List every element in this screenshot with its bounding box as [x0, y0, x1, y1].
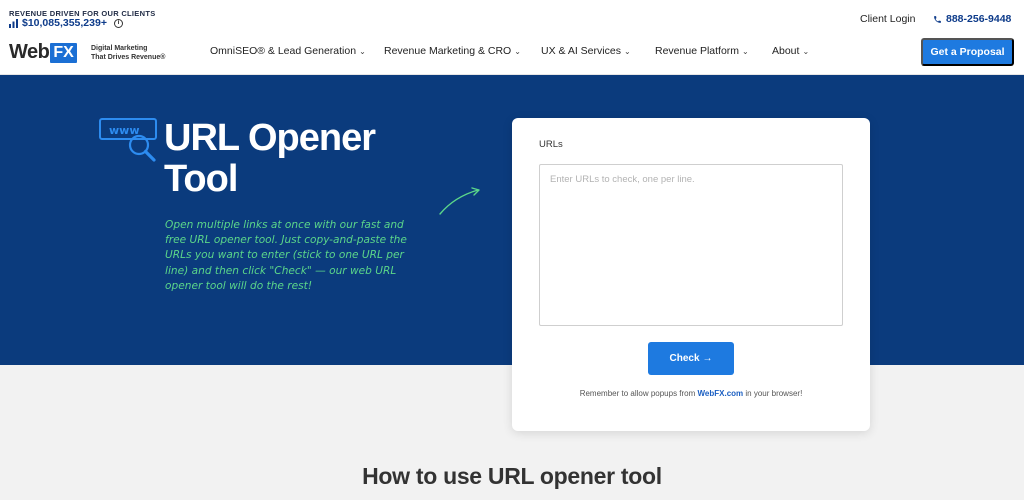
- urls-label: URLs: [539, 139, 563, 150]
- chevron-down-icon: ⌄: [514, 47, 521, 56]
- chevron-down-icon: ⌄: [623, 47, 631, 56]
- urls-input[interactable]: [539, 164, 843, 326]
- info-icon[interactable]: i: [113, 18, 123, 28]
- webfx-logo[interactable]: Web FX: [9, 41, 77, 64]
- phone-icon: [934, 15, 941, 23]
- check-button[interactable]: Check →: [648, 342, 734, 375]
- chevron-down-icon: ⌄: [742, 47, 749, 56]
- nav-item-revenue-platform[interactable]: Revenue Platform ⌄: [655, 45, 749, 57]
- www-magnifier-icon: www: [99, 118, 157, 162]
- nav-item-omniseo[interactable]: OmniSEO® & Lead Generation ⌄: [210, 45, 366, 57]
- logo-tagline: Digital Marketing That Drives Revenue®: [91, 44, 165, 62]
- page-title-line-2: Tool: [164, 158, 238, 200]
- nav-item-label: Revenue Marketing & CRO: [384, 45, 512, 57]
- curved-arrow-icon: [439, 187, 480, 215]
- reminder-prefix: Remember to allow popups from: [579, 389, 698, 398]
- nav-item-ux-ai[interactable]: UX & AI Services ⌄: [541, 45, 631, 57]
- site-header: REVENUE DRIVEN FOR OUR CLIENTS $10,085,3…: [0, 0, 1024, 75]
- chevron-down-icon: ⌄: [802, 47, 810, 56]
- nav-item-label: OmniSEO® & Lead Generation: [210, 45, 357, 57]
- how-to-heading: How to use URL opener tool: [362, 463, 662, 489]
- phone-link[interactable]: 888-256-9448: [933, 13, 1011, 25]
- phone-number: 888-256-9448: [946, 13, 1012, 25]
- svg-text:www: www: [109, 124, 140, 137]
- bar-chart-icon: [9, 18, 18, 28]
- get-proposal-button[interactable]: Get a Proposal: [921, 38, 1014, 66]
- page-title-line-1: URL Opener: [164, 117, 376, 159]
- logo-web-text: Web: [9, 41, 50, 63]
- nav-item-label: About: [772, 45, 800, 57]
- arrow-right-icon: →: [702, 353, 713, 364]
- revenue-value: $10,085,355,239+: [22, 17, 107, 29]
- page-title: URL Opener Tool: [164, 117, 376, 200]
- nav-item-label: UX & AI Services: [541, 45, 621, 57]
- revenue-counter: $10,085,355,239+ i: [9, 17, 123, 29]
- client-login-link[interactable]: Client Login: [860, 13, 915, 25]
- nav-item-about[interactable]: About ⌄: [772, 45, 809, 57]
- tagline-line-1: Digital Marketing: [91, 45, 148, 52]
- popup-reminder: Remember to allow popups from WebFX.com …: [512, 389, 870, 398]
- hero-description: Open multiple links at once with our fas…: [165, 219, 407, 292]
- nav-item-label: Revenue Platform: [655, 45, 740, 57]
- tagline-line-2: That Drives Revenue®: [91, 54, 166, 61]
- check-button-label: Check: [669, 353, 700, 364]
- logo-fx-text: FX: [50, 42, 77, 63]
- url-opener-card: URLs Check → Remember to allow popups fr…: [512, 118, 870, 431]
- webfx-link[interactable]: WebFX.com: [698, 389, 744, 398]
- chevron-down-icon: ⌄: [359, 47, 366, 56]
- reminder-suffix: in your browser!: [743, 389, 803, 398]
- nav-item-revenue-marketing[interactable]: Revenue Marketing & CRO ⌄: [384, 45, 521, 57]
